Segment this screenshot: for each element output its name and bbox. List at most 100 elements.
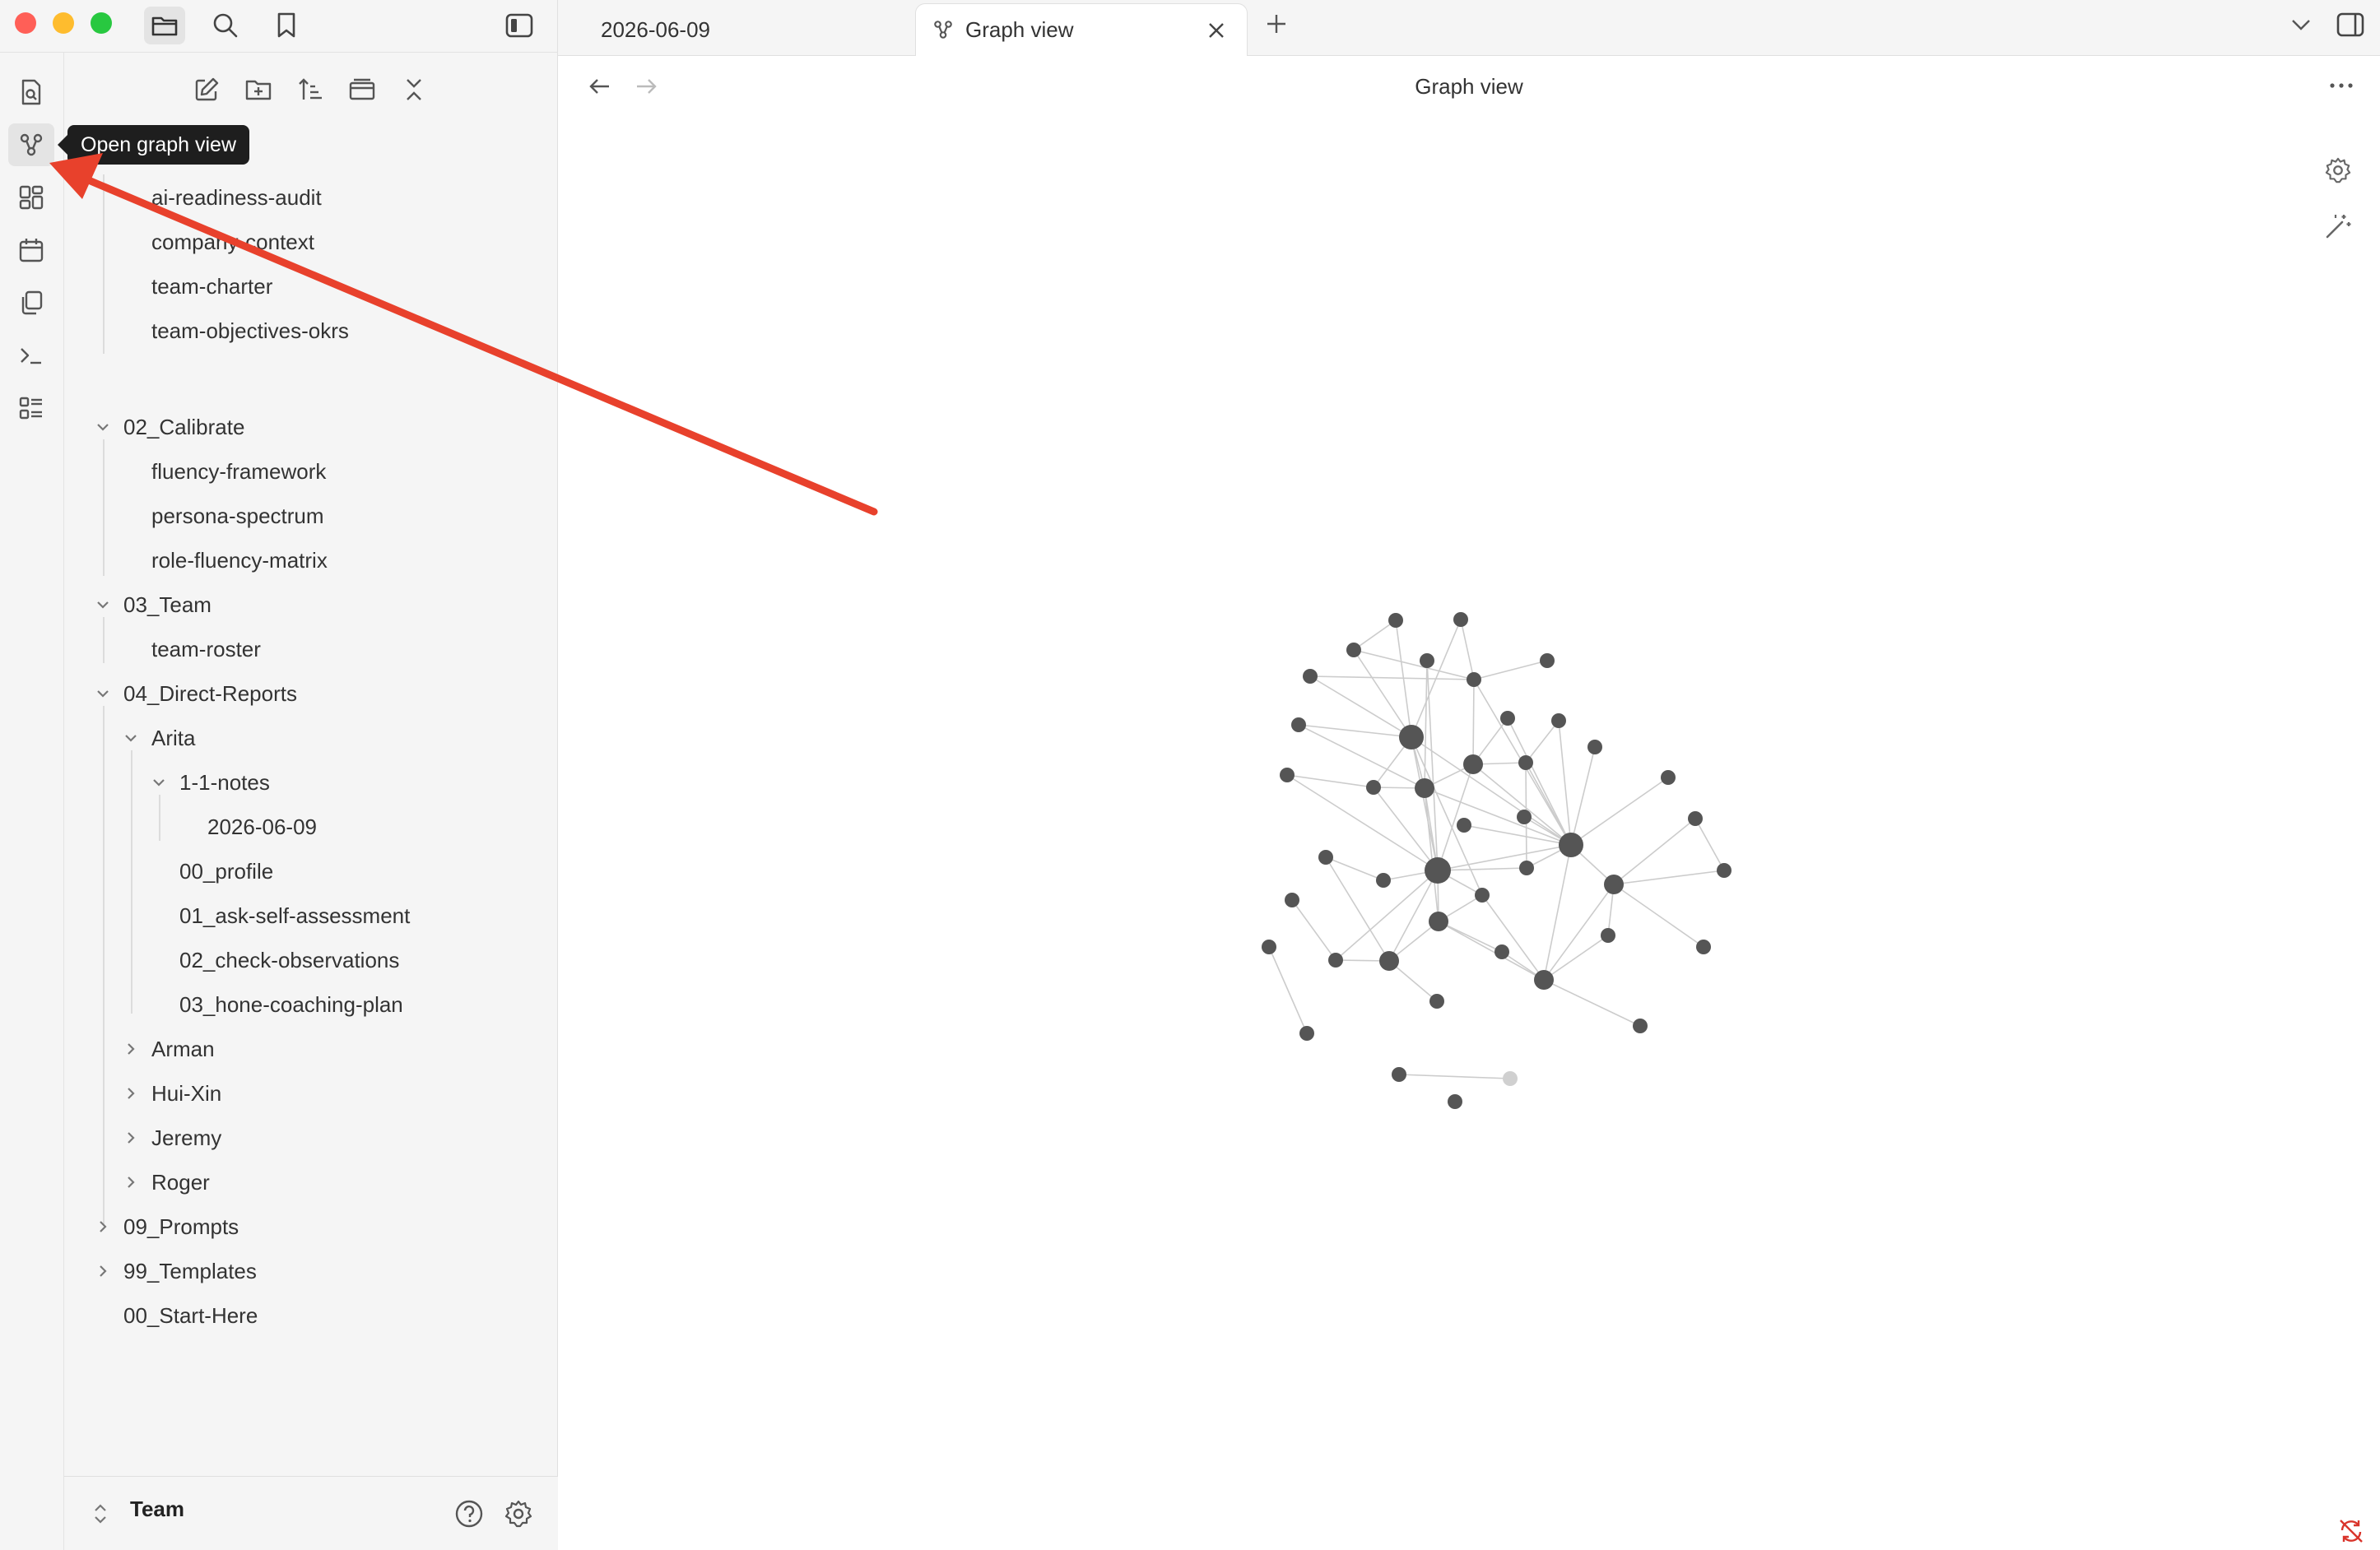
tree-folder-99-templates[interactable]: 99_Templates — [123, 1251, 257, 1292]
graph-node[interactable] — [1518, 755, 1533, 770]
tree-folder-jeremy[interactable]: Jeremy — [151, 1117, 221, 1158]
graph-node[interactable] — [1717, 863, 1732, 878]
chevron-down-icon[interactable] — [94, 596, 112, 614]
files-tab-button[interactable] — [144, 7, 185, 44]
graph-node[interactable] — [1601, 928, 1615, 943]
graph-node[interactable] — [1500, 711, 1515, 726]
graph-node[interactable] — [1291, 717, 1306, 732]
vault-name[interactable]: Team — [130, 1497, 184, 1522]
graph-canvas[interactable] — [558, 118, 2380, 1550]
graph-node[interactable] — [1559, 833, 1583, 857]
tree-folder-roger[interactable]: Roger — [151, 1162, 210, 1203]
tree-folder-hui-xin[interactable]: Hui-Xin — [151, 1073, 221, 1114]
graph-node[interactable] — [1494, 944, 1509, 959]
graph-network[interactable] — [558, 118, 2380, 1550]
tab-close-button[interactable] — [1202, 16, 1230, 44]
graph-node[interactable] — [1540, 653, 1555, 668]
ribbon-terminal-button[interactable] — [8, 334, 54, 377]
graph-node[interactable] — [1551, 713, 1566, 728]
tree-file-2026-06-09[interactable]: 2026-06-09 — [207, 806, 317, 847]
tree-file-persona-spectrum[interactable]: persona-spectrum — [151, 495, 324, 536]
graph-node[interactable] — [1696, 940, 1711, 954]
tree-file-03-hone-coaching-plan[interactable]: 03_hone-coaching-plan — [179, 984, 403, 1025]
ribbon-command-palette-button[interactable] — [8, 387, 54, 429]
close-window-button[interactable] — [15, 12, 36, 34]
tree-file-00-start-here[interactable]: 00_Start-Here — [123, 1295, 258, 1336]
tree-file-team-roster[interactable]: team-roster — [151, 629, 261, 670]
graph-node[interactable] — [1467, 672, 1481, 687]
new-note-button[interactable] — [186, 69, 227, 110]
chevron-right-icon[interactable] — [122, 1040, 140, 1058]
graph-node[interactable] — [1425, 857, 1451, 884]
zoom-window-button[interactable] — [91, 12, 112, 34]
ribbon-daily-note-button[interactable] — [8, 229, 54, 271]
graph-node[interactable] — [1280, 768, 1295, 782]
tree-file-01-ask-self-assessment[interactable]: 01_ask-self-assessment — [179, 895, 410, 936]
chevron-right-icon[interactable] — [122, 1173, 140, 1191]
tree-file-ai-readiness-audit[interactable]: ai-readiness-audit — [151, 177, 322, 218]
graph-node[interactable] — [1633, 1019, 1648, 1033]
change-sort-order-button[interactable] — [290, 69, 331, 110]
auto-reveal-button[interactable] — [342, 69, 383, 110]
graph-node[interactable] — [1328, 953, 1343, 968]
toggle-right-sidebar-button[interactable] — [2336, 12, 2365, 42]
graph-node[interactable] — [1519, 861, 1534, 875]
tree-file-role-fluency-matrix[interactable]: role-fluency-matrix — [151, 540, 328, 581]
tree-folder-arita[interactable]: Arita — [151, 717, 195, 759]
graph-node[interactable] — [1399, 725, 1424, 749]
graph-node[interactable] — [1392, 1067, 1406, 1082]
settings-button[interactable] — [504, 1499, 533, 1533]
new-tab-button[interactable] — [1264, 12, 1289, 40]
chevron-down-icon[interactable] — [150, 773, 168, 791]
graph-node[interactable] — [1346, 643, 1361, 657]
tree-file-company-context[interactable]: company-context — [151, 221, 314, 262]
help-button[interactable] — [454, 1499, 484, 1533]
collapse-all-button[interactable] — [393, 69, 435, 110]
chevron-down-icon[interactable] — [94, 418, 112, 436]
tree-file-00-profile[interactable]: 00_profile — [179, 851, 273, 892]
graph-node[interactable] — [1604, 875, 1624, 894]
graph-node[interactable] — [1420, 653, 1434, 668]
graph-node[interactable] — [1457, 818, 1471, 833]
tree-file-02-check-observations[interactable]: 02_check-observations — [179, 940, 399, 981]
graph-node[interactable] — [1318, 850, 1333, 865]
bookmarks-tab-button[interactable] — [266, 7, 307, 44]
tree-folder-03-team[interactable]: 03_Team — [123, 584, 212, 625]
graph-node[interactable] — [1517, 810, 1532, 824]
tab-graph-view[interactable]: Graph view — [915, 3, 1248, 56]
chevron-right-icon[interactable] — [122, 1084, 140, 1102]
tree-file-fluency-framework[interactable]: fluency-framework — [151, 451, 326, 492]
ribbon-open-graph-view-button[interactable] — [8, 123, 54, 166]
toggle-left-sidebar-button[interactable] — [499, 7, 540, 44]
graph-node[interactable] — [1688, 811, 1703, 826]
ribbon-templates-button[interactable] — [8, 281, 54, 324]
graph-node[interactable] — [1453, 612, 1468, 627]
tree-file-team-charter[interactable]: team-charter — [151, 266, 272, 307]
graph-node[interactable] — [1463, 754, 1483, 774]
graph-node[interactable] — [1376, 873, 1391, 888]
chevron-right-icon[interactable] — [94, 1218, 112, 1236]
sync-status-icon[interactable] — [2337, 1517, 2365, 1549]
tab-2026-06-09[interactable]: 2026-06-09 — [568, 3, 922, 56]
ribbon-canvas-button[interactable] — [8, 176, 54, 219]
graph-node[interactable] — [1475, 888, 1490, 903]
graph-node[interactable] — [1429, 994, 1444, 1009]
new-folder-button[interactable] — [238, 69, 279, 110]
chevron-down-icon[interactable] — [122, 729, 140, 747]
ribbon-quick-switcher-button[interactable] — [8, 71, 54, 114]
tree-folder-04-direct-reports[interactable]: 04_Direct-Reports — [123, 673, 297, 714]
graph-node[interactable] — [1587, 740, 1602, 754]
graph-node-unresolved[interactable] — [1503, 1071, 1518, 1086]
tree-file-team-objectives-okrs[interactable]: team-objectives-okrs — [151, 310, 349, 351]
more-options-button[interactable] — [2329, 77, 2354, 98]
graph-node[interactable] — [1366, 780, 1381, 795]
tree-folder-1-1-notes[interactable]: 1-1-notes — [179, 762, 270, 803]
graph-node[interactable] — [1534, 970, 1554, 990]
minimize-window-button[interactable] — [53, 12, 74, 34]
graph-node[interactable] — [1299, 1026, 1314, 1041]
tree-folder-arman[interactable]: Arman — [151, 1028, 215, 1070]
chevron-down-icon[interactable] — [94, 685, 112, 703]
graph-node[interactable] — [1415, 778, 1434, 798]
graph-node[interactable] — [1379, 951, 1399, 971]
tree-folder-02-calibrate[interactable]: 02_Calibrate — [123, 406, 244, 448]
